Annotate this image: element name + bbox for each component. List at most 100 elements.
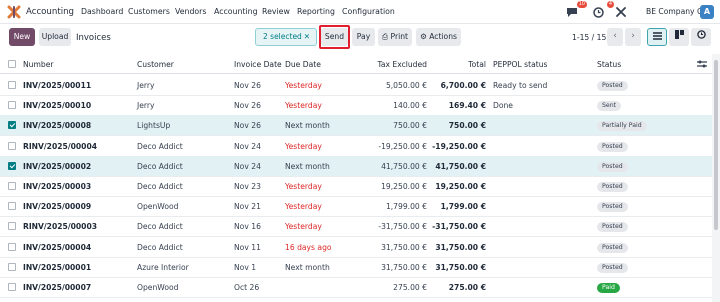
list-view-button[interactable] [647, 28, 667, 46]
row-checkbox[interactable] [8, 182, 16, 190]
customer-cell: Azure Interior [137, 262, 189, 272]
table-row[interactable]: INV/2025/00011 Jerry Nov 26 Yesterday 5,050.… [0, 75, 712, 96]
accounting-app-icon[interactable] [7, 5, 21, 19]
table-row[interactable]: RINV/2025/00003 Deco Addict Nov 16 Yesterda… [0, 216, 712, 238]
header-customer[interactable]: Customer [137, 60, 174, 69]
customer-cell: Jerry [137, 101, 155, 111]
menu-configuration[interactable]: Configuration [342, 7, 395, 16]
status-cell: Posted [597, 262, 628, 273]
invoice-number-cell: INV/2025/00002 [23, 161, 92, 171]
due-date-cell: Next month [285, 161, 330, 171]
total-cell: 275.00 € [448, 283, 486, 292]
kanban-view-button[interactable] [669, 28, 689, 46]
table-row[interactable]: INV/2025/00002 Deco Addict Nov 24 Next mont… [0, 155, 712, 177]
scrollbar-thumb[interactable] [714, 60, 718, 230]
menu-review[interactable]: Review [262, 7, 290, 16]
table-row[interactable]: INV/2025/00003 Deco Addict Nov 23 Yesterday… [0, 176, 712, 197]
tax-excluded-cell: 750.00 € [393, 121, 427, 131]
header-due-date[interactable]: Due Date [285, 60, 321, 69]
kanban-view-icon [674, 30, 684, 39]
due-date-cell: Next month [285, 121, 330, 131]
send-highlight-box [319, 25, 350, 49]
total-cell: 6,700.00 € [440, 81, 486, 90]
total-cell: 31,750.00 € [435, 262, 486, 272]
row-checkbox[interactable] [8, 242, 16, 251]
menu-customers[interactable]: Customers [128, 7, 170, 16]
gear-icon: ⚙ [420, 32, 427, 41]
row-checkbox[interactable] [8, 283, 16, 291]
avatar[interactable]: A [700, 5, 714, 19]
table-row[interactable]: INV/2025/00001 Azure Interior Nov 1 Next mo… [0, 257, 712, 278]
status-badge: Partially Paid [597, 121, 647, 132]
invoice-number-cell: INV/2025/00009 [23, 202, 92, 212]
status-cell: Posted [597, 161, 628, 172]
invoice-number-cell: INV/2025/00008 [23, 121, 92, 131]
print-button[interactable]: ⎙ Print [378, 28, 412, 46]
messages-badge: 10 [576, 1, 587, 8]
status-cell: Posted [597, 242, 628, 253]
tools-button[interactable] [616, 4, 630, 20]
clock-icon [593, 6, 604, 18]
menu-accounting[interactable]: Accounting [214, 7, 258, 16]
status-cell: Sent [597, 100, 622, 112]
row-checkbox[interactable] [8, 202, 16, 211]
app-name[interactable]: Accounting [26, 7, 74, 17]
customer-cell: Deco Addict [137, 161, 183, 171]
pager-previous-button[interactable]: ‹ [607, 28, 623, 46]
due-date-cell: Next month [285, 262, 330, 272]
menu-reporting[interactable]: Reporting [297, 7, 335, 16]
actions-button[interactable]: ⚙ Actions [416, 28, 461, 46]
pager-value[interactable]: 1-15 / 15 [572, 33, 606, 42]
due-date-cell: Yesterday [285, 81, 322, 90]
selected-count-label: 2 selected [263, 32, 302, 41]
row-checkbox[interactable] [8, 222, 16, 231]
table-row[interactable]: INV/2025/00008 LightsUp Nov 26 Next month 75… [0, 115, 712, 137]
tax-excluded-cell: -19,250.00 € [378, 141, 427, 151]
header-invoice-date[interactable]: Invoice Date [234, 60, 282, 69]
total-cell: 19,250.00 € [435, 182, 486, 191]
table-row[interactable]: INV/2025/00007 OpenWood Oct 26 275.00 € 275.… [0, 277, 712, 298]
tax-excluded-cell: 5,050.00 € [385, 81, 427, 90]
header-total[interactable]: Total [468, 60, 486, 69]
select-all-checkbox[interactable] [8, 60, 16, 68]
vertical-scrollbar[interactable] [712, 54, 720, 302]
new-button[interactable]: New [9, 28, 35, 46]
table-row[interactable]: INV/2025/00004 Deco Addict Nov 11 16 days a… [0, 237, 712, 258]
pager-next-button[interactable]: › [625, 28, 641, 46]
chevron-right-icon: › [631, 31, 635, 41]
activity-view-button[interactable] [691, 28, 711, 46]
invoice-date-cell: Nov 24 [234, 141, 261, 151]
pay-button[interactable]: Pay [352, 28, 375, 46]
top-navbar: Accounting Dashboard Customers Vendors A… [0, 0, 720, 24]
row-checkbox[interactable] [8, 101, 16, 110]
table-row[interactable]: INV/2025/00009 OpenWood Nov 21 Yesterday 1,7… [0, 196, 712, 218]
row-checkbox[interactable] [8, 262, 16, 271]
status-cell: Paid [597, 282, 620, 293]
tax-excluded-cell: 19,250.00 € [381, 182, 427, 191]
status-badge: Posted [597, 182, 628, 192]
upload-button[interactable]: Upload [39, 28, 71, 46]
table-row[interactable]: INV/2025/00010 Jerry Nov 26 Yesterday 140.00… [0, 95, 712, 117]
customer-cell: OpenWood [137, 283, 179, 292]
total-cell: 750.00 € [448, 121, 486, 131]
row-checkbox[interactable] [8, 121, 16, 130]
tax-excluded-cell: 31,750.00 € [381, 262, 427, 272]
messages-button[interactable]: 10 [566, 1, 587, 20]
header-status[interactable]: Status [597, 60, 621, 69]
row-checkbox[interactable] [8, 141, 16, 150]
status-badge: Posted [597, 222, 628, 233]
tax-excluded-cell: 31,750.00 € [381, 242, 427, 252]
row-checkbox[interactable] [8, 81, 16, 89]
invoice-number-cell: RINV/2025/00004 [23, 141, 98, 151]
table-row[interactable]: RINV/2025/00004 Deco Addict Nov 24 Yesterda… [0, 136, 712, 157]
menu-dashboard[interactable]: Dashboard [81, 7, 123, 16]
menu-vendors[interactable]: Vendors [175, 7, 206, 16]
optional-columns-icon[interactable] [697, 59, 707, 69]
header-tax-excluded[interactable]: Tax Excluded [377, 60, 427, 69]
total-cell: 169.40 € [448, 101, 486, 111]
header-number[interactable]: Number [23, 60, 54, 69]
row-checkbox[interactable] [8, 161, 16, 170]
clear-selection-icon[interactable]: ✕ [304, 29, 310, 45]
header-peppol-status[interactable]: PEPPOL status [493, 60, 548, 69]
activities-button[interactable]: 4 [593, 1, 614, 20]
